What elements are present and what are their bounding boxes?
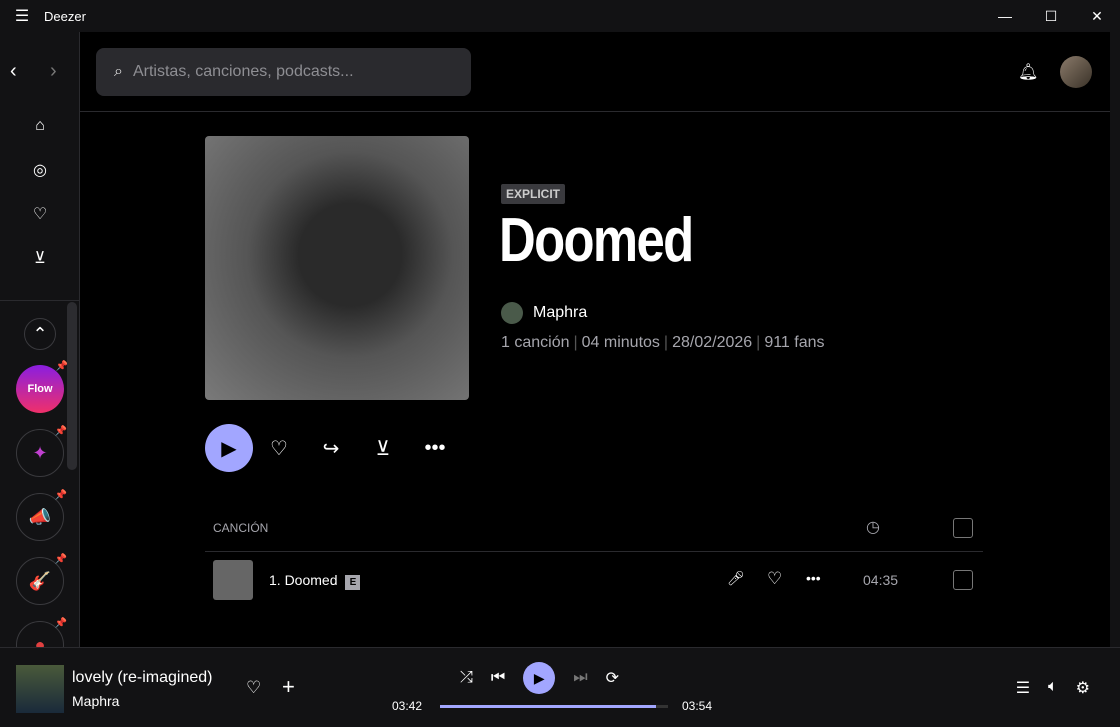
back-icon[interactable]: ‹ <box>10 60 17 83</box>
volume-icon[interactable]: 🔈︎ <box>1048 678 1058 698</box>
share-icon[interactable]: ↪ <box>305 436 357 461</box>
mix-megaphone-button[interactable]: 📣 📌 <box>16 490 67 541</box>
album-meta: 1 canción | 04 minutos | 28/02/2026 | 911 fans <box>501 334 825 351</box>
artist-link[interactable]: Maphra <box>501 302 587 324</box>
home-icon[interactable]: ⌂ <box>0 104 80 148</box>
search-input[interactable]: ⌕ Artistas, canciones, podcasts... <box>96 48 471 96</box>
progress-fill <box>440 705 657 708</box>
next-icon[interactable]: ⏭︎ <box>573 669 587 687</box>
artist-avatar <box>501 302 523 324</box>
previous-icon[interactable]: ⏮︎ <box>491 669 505 687</box>
more-icon[interactable]: ••• <box>806 570 821 586</box>
lyrics-icon[interactable]: 🎤︎ <box>727 570 745 587</box>
user-avatar[interactable] <box>1060 56 1092 88</box>
explore-icon[interactable]: ◎ <box>0 148 80 192</box>
forward-icon[interactable]: › <box>50 60 57 83</box>
download-icon[interactable]: ⊻ <box>357 436 409 461</box>
play-button[interactable]: ▶ <box>523 662 556 694</box>
now-playing-cover <box>16 665 64 713</box>
search-icon: ⌕ <box>114 63 123 80</box>
row-checkbox[interactable] <box>953 570 973 590</box>
collapse-button[interactable]: ⌃ <box>24 318 56 350</box>
explicit-badge: EXPLICIT <box>501 184 566 204</box>
maximize-button[interactable]: ☐ <box>1028 0 1074 32</box>
notifications-icon[interactable]: 🔔︎ <box>1018 62 1038 82</box>
main-scrollbar[interactable] <box>1110 32 1120 647</box>
more-icon[interactable]: ••• <box>409 437 461 460</box>
menu-icon[interactable]: ☰ <box>0 6 44 26</box>
track-thumbnail <box>213 560 253 600</box>
mix-guitar-button[interactable]: 🎸 📌 <box>16 554 67 605</box>
sidebar: ‹ › ⌂ ◎ ♡ ⊻ ⌃ Flow 📌 ✦ 📌 📣 📌 🎸 📌 ● 📌 <box>0 32 80 669</box>
pin-icon: 📌 <box>54 554 67 565</box>
favorite-icon[interactable]: ♡ <box>246 678 261 698</box>
album-actions: ▶ ♡ ↪ ⊻ ••• <box>205 424 461 472</box>
favorite-icon[interactable]: ♡ <box>767 569 782 589</box>
favorite-icon[interactable]: ♡ <box>253 436 305 461</box>
clock-icon: ◷ <box>866 519 880 536</box>
progress-slider[interactable] <box>440 705 668 708</box>
favorites-icon[interactable]: ♡ <box>0 192 80 236</box>
player-bar: lovely (re-imagined) Maphra ♡ + ⤮ ⏮︎ ▶ ⏭… <box>0 647 1120 727</box>
play-button[interactable]: ▶ <box>205 424 253 472</box>
repeat-icon[interactable]: ⟳ <box>606 668 619 688</box>
equalizer-icon[interactable]: ⚙︎ <box>1076 678 1090 698</box>
add-icon[interactable]: + <box>282 674 295 700</box>
album-title: Doomed <box>499 206 694 275</box>
downloads-icon[interactable]: ⊻ <box>0 236 80 280</box>
album-cover <box>205 136 469 400</box>
table-header: CANCIÓN ◷ <box>205 510 983 552</box>
close-button[interactable]: ✕ <box>1074 0 1120 32</box>
pin-icon: 📌 <box>54 618 67 629</box>
pin-icon: 📌 <box>54 490 67 501</box>
pin-icon: 📌 <box>54 426 67 437</box>
queue-icon[interactable]: ☰ <box>1016 678 1030 698</box>
flow-button[interactable]: Flow 📌 <box>16 361 68 413</box>
table-row[interactable]: 1. Doomed E 🎤︎ ♡ ••• 04:35 <box>205 552 983 608</box>
sidebar-scrollbar[interactable] <box>67 302 77 470</box>
explicit-tag: E <box>345 575 361 590</box>
minimize-button[interactable]: — <box>982 0 1028 32</box>
shuffle-icon[interactable]: ⤮ <box>460 669 473 687</box>
title-bar: ☰ Deezer — ☐ ✕ <box>0 0 1120 32</box>
app-title: Deezer <box>44 8 86 24</box>
mix-wand-button[interactable]: ✦ 📌 <box>16 426 67 477</box>
top-bar: ⌕ Artistas, canciones, podcasts... 🔔︎ <box>80 32 1120 112</box>
select-all-checkbox[interactable] <box>953 518 973 538</box>
